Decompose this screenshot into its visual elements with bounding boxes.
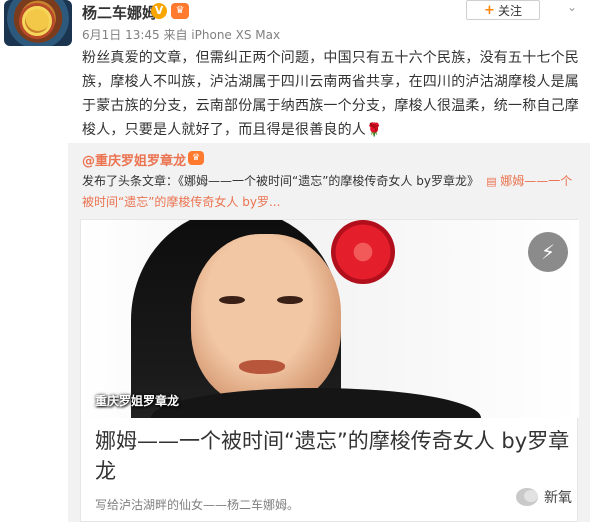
rose-emoji-icon: 🌹 — [366, 123, 383, 138]
vip-badge-icon: ♛ — [171, 3, 189, 19]
article-description: 写给泸沽湖畔的仙女——杨二车娜姆。 — [95, 498, 300, 512]
article-card[interactable]: ⚡ 重庆罗姐罗章龙 娜姆——一个被时间“遗忘”的摩梭传奇女人 by罗章龙 写给泸… — [80, 219, 579, 522]
repost-username[interactable]: @重庆罗姐罗章龙 — [82, 150, 186, 169]
weibo-post: 杨二车娜姆 V ♛ 6月1日 13:45 来自 iPhone XS Max + … — [0, 0, 590, 522]
plus-icon: + — [484, 2, 495, 18]
chevron-down-icon[interactable]: ⌄ — [563, 0, 581, 16]
cover-lips — [239, 360, 285, 374]
lightning-icon[interactable]: ⚡ — [528, 232, 568, 272]
article-icon: ▤ — [482, 175, 501, 188]
repost-text-prefix: 发布了头条文章：《娜姆——一个被时间“遗忘”的摩梭传奇女人 by罗章龙》 — [82, 174, 479, 188]
post-username[interactable]: 杨二车娜姆 — [82, 2, 157, 23]
cover-face — [191, 234, 341, 406]
cover-eye-left — [219, 296, 245, 304]
article-title[interactable]: 娜姆——一个被时间“遗忘”的摩梭传奇女人 by罗章龙 — [95, 426, 575, 486]
avatar-image — [22, 6, 52, 36]
repost-vip-badge-icon: ♛ — [188, 151, 204, 165]
post-meta: 6月1日 13:45 来自 iPhone XS Max — [82, 28, 281, 42]
post-body-text: 粉丝真爱的文章，但需纠正两个问题，中国只有五十六个民族，没有五十七个民族，摩梭人… — [82, 50, 579, 138]
cover-eye-right — [277, 296, 303, 304]
post-body: 粉丝真爱的文章，但需纠正两个问题，中国只有五十六个民族，没有五十七个民族，摩梭人… — [82, 46, 582, 143]
watermark: 新氧 — [516, 487, 572, 507]
watermark-text: 新氧 — [544, 490, 572, 506]
follow-button[interactable]: + 关注 — [466, 0, 540, 20]
avatar[interactable] — [4, 0, 72, 46]
wechat-icon — [516, 488, 538, 506]
verified-badge-icon: V — [151, 3, 167, 19]
repost-block: @重庆罗姐罗章龙 ♛ 发布了头条文章：《娜姆——一个被时间“遗忘”的摩梭传奇女人… — [68, 143, 590, 522]
cover-caption: 重庆罗姐罗章龙 — [95, 394, 180, 408]
article-cover-image[interactable]: ⚡ 重庆罗姐罗章龙 — [81, 220, 579, 418]
repost-text: 发布了头条文章：《娜姆——一个被时间“遗忘”的摩梭传奇女人 by罗章龙》 ▤ 娜… — [82, 171, 582, 212]
cover-flower — [331, 220, 395, 284]
follow-label: 关注 — [497, 3, 522, 18]
